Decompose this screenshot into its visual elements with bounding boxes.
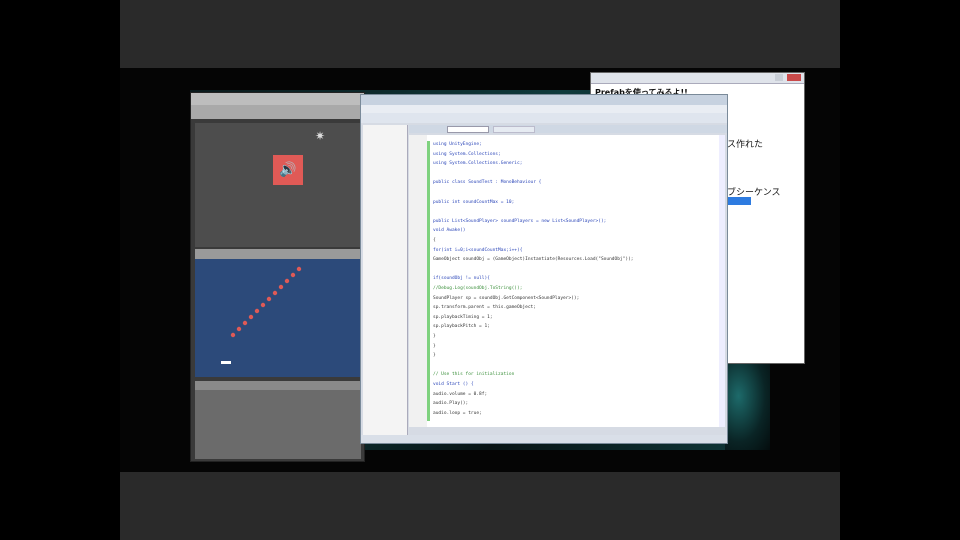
code-line[interactable]: SoundPlayer sp = soundObj.GetComponent<S… [433,295,579,302]
ide-statusbar [361,435,727,443]
code-line[interactable]: sp.transform.parent = this.gameObject; [433,304,536,311]
notes-text: ス作れた [727,140,764,150]
unity-editor-window[interactable]: 🔊 ✷ [190,92,365,462]
sound-dot [248,314,254,320]
code-line[interactable]: } [433,333,436,340]
code-editor[interactable]: using UnityEngine; using System.Collectio… [409,135,725,427]
code-line[interactable]: public List<SoundPlayer> soundPlayers = … [433,218,606,225]
project-panel-tabs[interactable] [195,381,361,390]
stats-label [221,361,231,364]
notes-titlebar[interactable] [591,73,804,84]
unity-menubar[interactable] [191,93,364,105]
speaker-icon[interactable]: 🔊 [273,155,303,185]
code-line[interactable]: //Debug.Log(soundObj.ToString()); [433,285,522,292]
ide-menubar[interactable] [361,105,727,113]
solution-explorer[interactable] [363,125,408,435]
sound-dot [242,320,248,326]
code-line[interactable]: void Awake() [433,227,466,234]
sound-dot [290,272,296,278]
code-line[interactable]: using System.Collections; [433,151,501,158]
code-line[interactable]: audio.Play(); [433,400,468,407]
code-line[interactable]: public class SoundTest : MonoBehaviour { [433,179,541,186]
tab-sound-player[interactable] [493,126,535,133]
sound-dot [272,290,278,296]
code-line[interactable]: } [433,352,436,359]
line-number-gutter [409,135,427,427]
ide-titlebar[interactable] [361,95,727,105]
code-line[interactable]: } [433,343,436,350]
code-line[interactable]: void Start () { [433,381,474,388]
scene-view[interactable]: 🔊 ✷ [195,123,361,247]
light-icon: ✷ [315,129,326,143]
game-view-tabs[interactable] [195,249,361,259]
code-line[interactable]: audio.volume = 0.8f; [433,391,487,398]
code-line[interactable]: audio.loop = true; [433,410,482,417]
letterbox-bottom [120,472,840,540]
project-panel[interactable] [195,381,361,459]
letterbox-top [120,0,840,68]
code-line[interactable]: sp.playbackTiming = 1; [433,314,493,321]
sound-dot [260,302,266,308]
game-view[interactable] [195,259,361,377]
minimize-button[interactable] [775,74,783,81]
code-line[interactable]: GameObject soundObj = (GameObject)Instan… [433,256,633,263]
code-line[interactable]: if(soundObj != null){ [433,275,490,282]
sound-dot [296,266,302,272]
text-selection [727,197,751,205]
ide-toolbar[interactable] [361,113,727,123]
sound-object-dots [221,266,302,364]
sound-dot [278,284,284,290]
unity-toolbar[interactable] [191,105,364,119]
sound-dot [254,308,260,314]
code-line[interactable]: { [433,237,436,244]
code-line[interactable]: for(int i=0;i<soundCountMax;i++){ [433,247,522,254]
editor-tab-strip[interactable] [409,125,727,133]
code-line[interactable]: // Use this for initialization [433,371,514,378]
code-line[interactable]: sp.playbackPitch = 1; [433,323,490,330]
ide-window[interactable]: using UnityEngine; using System.Collectio… [360,94,728,444]
code-line[interactable]: using UnityEngine; [433,141,482,148]
tab-sequence-control[interactable] [447,126,489,133]
sound-dot [236,326,242,332]
change-indicator [427,141,430,421]
code-line[interactable]: using System.Collections.Generic; [433,160,522,167]
desktop-wallpaper-swirl [725,360,770,450]
sound-dot [284,278,290,284]
sound-dot [230,332,236,338]
editor-scrollbar[interactable] [719,135,725,427]
sound-dot [266,296,272,302]
close-button[interactable] [787,74,801,81]
code-line[interactable]: public int soundCountMax = 10; [433,199,514,206]
